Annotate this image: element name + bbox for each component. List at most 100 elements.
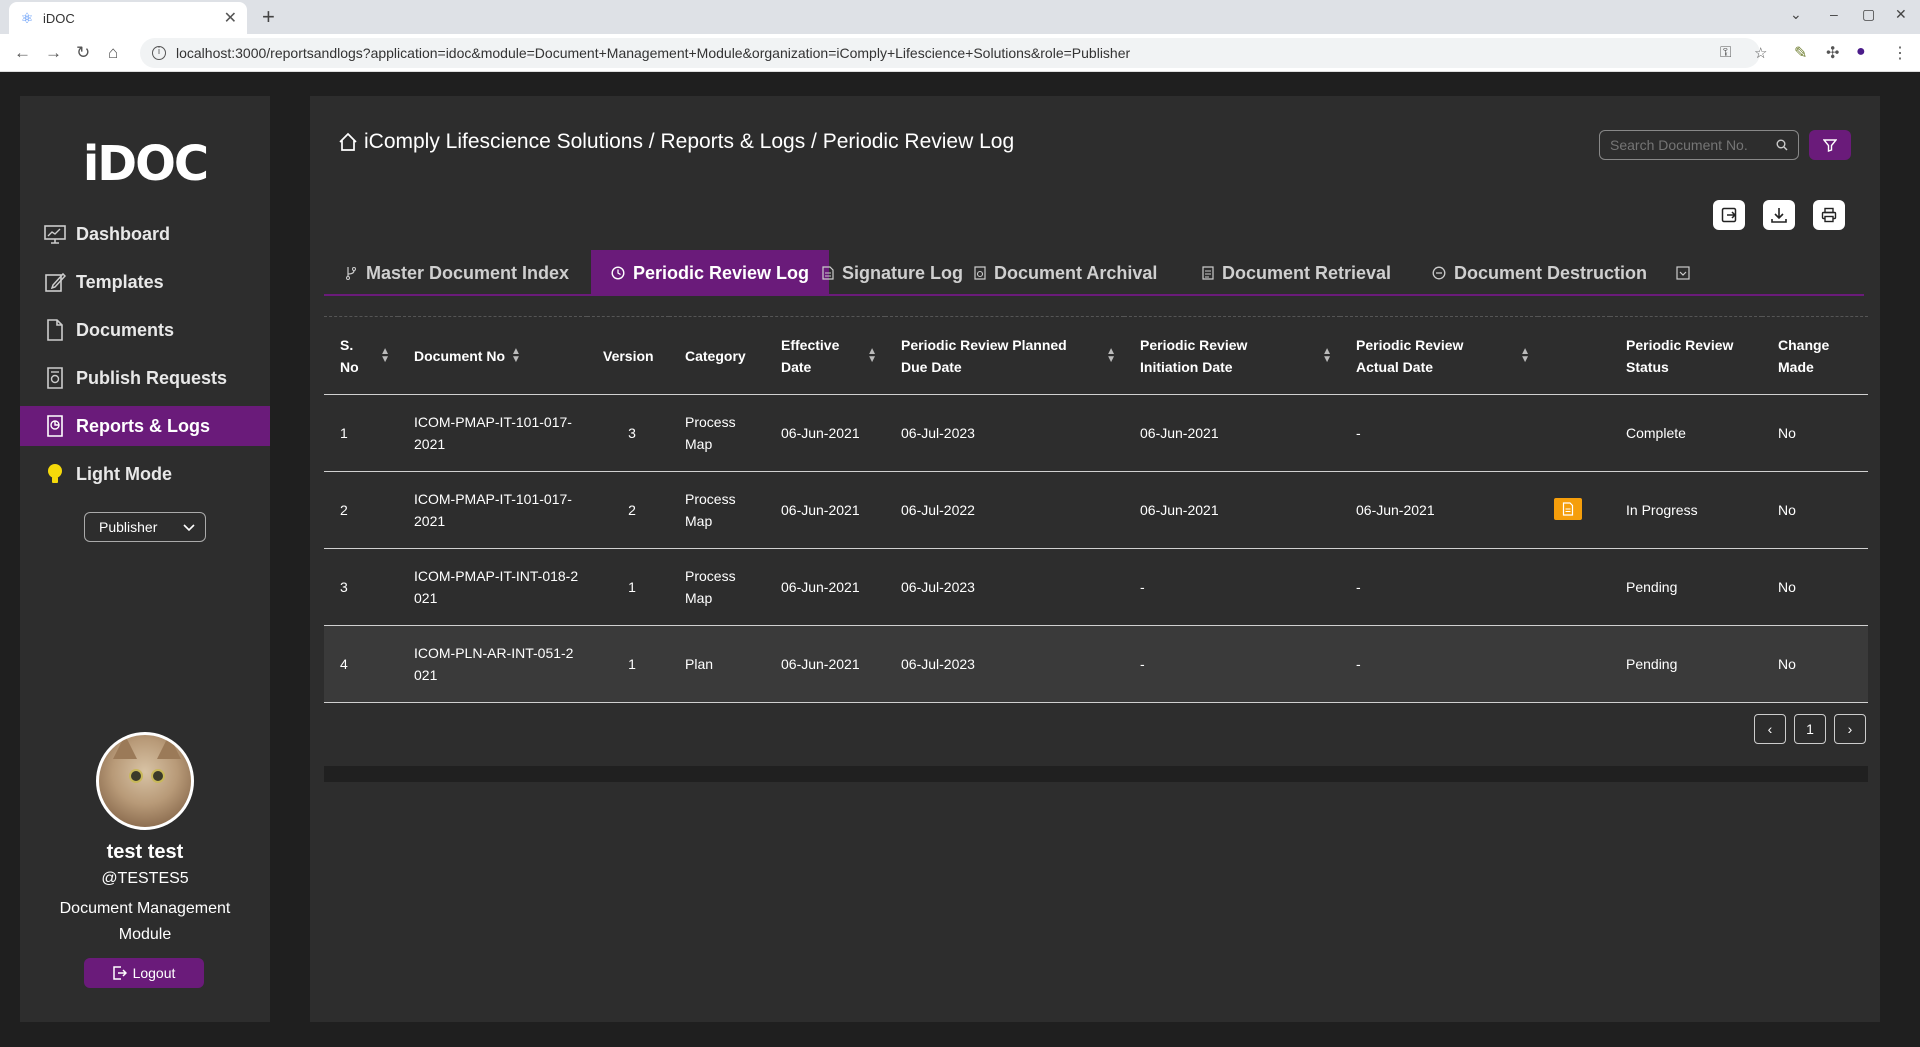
tab-document-destruction[interactable]: Document Destruction xyxy=(1412,250,1667,296)
idoc-logo: iDOC xyxy=(82,136,209,192)
sort-icon[interactable]: ▲ ▼ xyxy=(380,346,390,364)
back-icon[interactable]: ← xyxy=(14,43,31,63)
periodic-review-table: S. No ▲ ▼ Document No ▲ ▼ Version Category E… xyxy=(324,316,1868,703)
home-icon[interactable] xyxy=(338,132,358,152)
user-module: Document Management Module xyxy=(59,900,231,943)
tab-periodic-review-log[interactable]: Periodic Review Log xyxy=(591,250,830,296)
sort-icon[interactable]: ▲ ▼ xyxy=(511,346,521,364)
breadcrumb-text: iComply Lifescience Solutions / Reports … xyxy=(364,130,1015,153)
sort-icon[interactable]: ▲ ▼ xyxy=(1520,346,1530,364)
tab-more[interactable] xyxy=(1664,250,1702,296)
table-row[interactable]: 1 ICOM-PMAP-IT-101-017-2021 3 Process Ma… xyxy=(324,394,1868,472)
sidebar-item-templates[interactable]: Templates xyxy=(20,262,270,302)
logout-icon xyxy=(112,966,127,980)
doc-icon xyxy=(822,266,834,280)
tab-label: Document Destruction xyxy=(1454,262,1648,283)
tab-label: Master Document Index xyxy=(366,262,570,283)
col-category: Category xyxy=(669,316,765,395)
sort-icon[interactable]: ▲ ▼ xyxy=(1106,346,1116,364)
sidebar-item-reports-logs[interactable]: Reports & Logs xyxy=(20,406,270,446)
tab-search-icon[interactable]: ⌄ xyxy=(1790,6,1802,23)
tab-label: Document Archival xyxy=(994,262,1158,283)
forward-icon[interactable]: → xyxy=(45,43,62,63)
browser-menu-icon[interactable]: ⋮ xyxy=(1892,43,1908,63)
export-icon xyxy=(1721,207,1737,223)
branch-icon xyxy=(344,266,358,280)
tab-document-archival[interactable]: Document Archival xyxy=(954,250,1177,296)
bookmark-star-icon[interactable]: ☆ xyxy=(1754,44,1767,62)
col-change-made: Change Made xyxy=(1762,316,1868,395)
search-box[interactable] xyxy=(1599,130,1799,160)
filter-button[interactable] xyxy=(1809,130,1851,160)
key-icon[interactable]: ⚿ xyxy=(1720,44,1731,61)
close-tab-icon[interactable]: ✕ xyxy=(224,8,237,28)
chevron-left-icon: ‹ xyxy=(1767,721,1773,737)
sidebar-item-publish-requests[interactable]: Publish Requests xyxy=(20,358,270,398)
user-handle: @TESTES5 xyxy=(101,870,189,887)
logout-button[interactable]: Logout xyxy=(84,958,204,988)
address-bar[interactable]: i localhost:3000/reportsandlogs?applicat… xyxy=(140,38,1760,68)
tab-label: Document Retrieval xyxy=(1222,262,1392,283)
url-text: localhost:3000/reportsandlogs?applicatio… xyxy=(176,45,1131,61)
horizontal-scrollbar[interactable] xyxy=(324,766,1868,782)
role-select-value: Publisher xyxy=(99,519,158,535)
sidebar-item-label: Documents xyxy=(76,319,175,340)
app-root: iDOC Dashboard Templates Documents Publi… xyxy=(0,72,1920,1047)
sidebar-item-documents[interactable]: Documents xyxy=(20,310,270,350)
table-header-row: S. No ▲ ▼ Document No ▲ ▼ Version Category E… xyxy=(324,316,1868,395)
col-effective-date[interactable]: Effective Date ▲ ▼ xyxy=(765,316,885,395)
bulb-icon xyxy=(44,463,66,485)
browser-tab-title: iDOC xyxy=(43,10,75,26)
role-select[interactable]: Publisher xyxy=(84,512,206,542)
browser-tab[interactable]: ⚛ iDOC ✕ xyxy=(9,2,247,34)
export-button[interactable] xyxy=(1713,200,1745,230)
sidebar-item-dashboard[interactable]: Dashboard xyxy=(20,214,270,254)
review-document-icon[interactable] xyxy=(1554,498,1582,520)
archive-icon xyxy=(974,266,986,280)
search-icon[interactable] xyxy=(1776,139,1788,151)
download-icon xyxy=(1771,207,1787,223)
table-row[interactable]: 4 ICOM-PLN-AR-INT-051-2021 1 Plan 06-Jun… xyxy=(324,625,1868,703)
browser-toolbar: ← → ↻ ⌂ i localhost:3000/reportsandlogs?… xyxy=(0,34,1920,72)
file-icon xyxy=(44,319,66,341)
page-number-button[interactable]: 1 xyxy=(1794,714,1826,744)
col-actual-date[interactable]: Periodic Review Actual Date ▲ ▼ xyxy=(1340,316,1538,395)
col-planned-due-date[interactable]: Periodic Review Planned Due Date ▲ ▼ xyxy=(885,316,1124,395)
search-input[interactable] xyxy=(1610,137,1770,153)
close-window-icon[interactable]: ✕ xyxy=(1895,6,1907,23)
minimize-icon[interactable]: – xyxy=(1830,6,1838,22)
sort-icon[interactable]: ▲ ▼ xyxy=(1322,346,1332,364)
col-document-no[interactable]: Document No ▲ ▼ xyxy=(398,316,587,395)
filter-icon xyxy=(1823,138,1837,152)
extension-pen-icon[interactable]: ✎ xyxy=(1794,43,1807,63)
tab-master-document-index[interactable]: Master Document Index xyxy=(324,250,589,296)
tab-document-retrieval[interactable]: Document Retrieval xyxy=(1182,250,1411,296)
sidebar-item-label: Templates xyxy=(76,271,164,292)
chevron-down-icon xyxy=(183,519,195,535)
home-icon[interactable]: ⌂ xyxy=(108,43,118,63)
avatar xyxy=(96,732,194,830)
sort-icon[interactable]: ▲ ▼ xyxy=(867,346,877,364)
col-sno[interactable]: S. No ▲ ▼ xyxy=(324,316,398,395)
tab-label: Signature Log xyxy=(842,262,963,283)
download-button[interactable] xyxy=(1763,200,1795,230)
prev-page-button[interactable]: ‹ xyxy=(1754,714,1786,744)
site-info-icon[interactable]: i xyxy=(152,46,166,60)
edit-icon xyxy=(44,271,66,293)
table-row[interactable]: 3 ICOM-PMAP-IT-INT-018-2021 1 Process Ma… xyxy=(324,548,1868,626)
next-page-button[interactable]: › xyxy=(1834,714,1866,744)
restore-icon[interactable]: ▢ xyxy=(1862,6,1875,23)
react-favicon-icon: ⚛ xyxy=(20,10,34,26)
reload-icon[interactable]: ↻ xyxy=(76,43,90,63)
table-row[interactable]: 2 ICOM-PMAP-IT-101-017-2021 2 Process Ma… xyxy=(324,471,1868,549)
retrieve-icon xyxy=(1202,266,1214,280)
monitor-icon xyxy=(44,223,66,245)
sidebar-item-light-mode[interactable]: Light Mode xyxy=(20,454,270,494)
extensions-puzzle-icon[interactable]: ✣ xyxy=(1826,43,1839,63)
print-button[interactable] xyxy=(1813,200,1845,230)
print-icon xyxy=(1821,207,1837,223)
new-tab-icon[interactable]: + xyxy=(262,4,275,30)
profile-icon[interactable]: ● xyxy=(1856,43,1866,61)
col-review-status: Periodic Review Status xyxy=(1610,316,1762,395)
col-initiation-date[interactable]: Periodic Review Initiation Date ▲ ▼ xyxy=(1124,316,1340,395)
